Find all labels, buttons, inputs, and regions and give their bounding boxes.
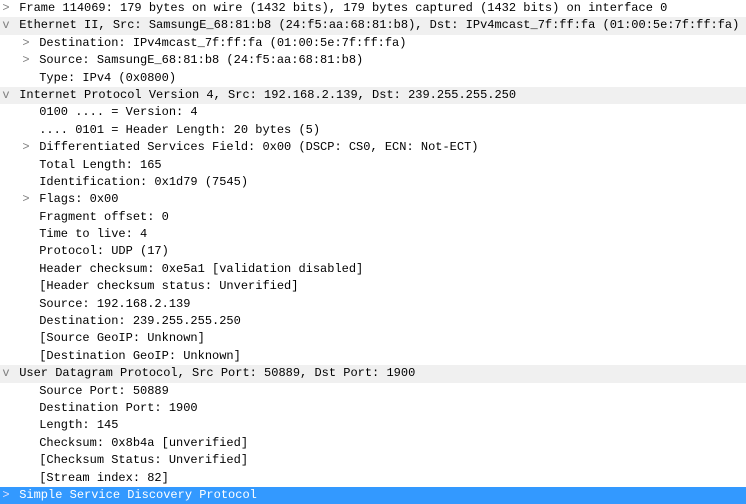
tree-row[interactable]: [Header checksum status: Unverified]	[0, 278, 746, 295]
tree-row[interactable]: Protocol: UDP (17)	[0, 243, 746, 260]
tree-row[interactable]: Type: IPv4 (0x0800)	[0, 70, 746, 87]
gap	[32, 174, 39, 191]
tree-row[interactable]: Destination Port: 1900	[0, 400, 746, 417]
tree-row-label[interactable]: Type: IPv4 (0x0800)	[39, 70, 746, 87]
tree-row-label[interactable]: [Stream index: 82]	[39, 470, 746, 487]
tree-row-label[interactable]: Source: SamsungE_68:81:b8 (24:f5:aa:68:8…	[39, 52, 746, 69]
gap	[32, 209, 39, 226]
chevron-right-icon[interactable]: >	[20, 35, 32, 52]
tree-row-label[interactable]: Checksum: 0x8b4a [unverified]	[39, 435, 746, 452]
gap	[32, 157, 39, 174]
gap	[32, 330, 39, 347]
tree-row-label[interactable]: Ethernet II, Src: SamsungE_68:81:b8 (24:…	[19, 17, 746, 34]
gap	[32, 104, 39, 121]
tree-row-label[interactable]: Total Length: 165	[39, 157, 746, 174]
gap	[12, 17, 19, 34]
tree-row-label[interactable]: Length: 145	[39, 417, 746, 434]
tree-row-label[interactable]: Destination: IPv4mcast_7f:ff:fa (01:00:5…	[39, 35, 746, 52]
tree-row-label[interactable]: [Header checksum status: Unverified]	[39, 278, 746, 295]
tree-row-label[interactable]: Protocol: UDP (17)	[39, 243, 746, 260]
tree-row-label[interactable]: Flags: 0x00	[39, 191, 746, 208]
tree-row[interactable]: > Simple Service Discovery Protocol	[0, 487, 746, 504]
tree-row[interactable]: > Destination: IPv4mcast_7f:ff:fa (01:00…	[0, 35, 746, 52]
chevron-right-icon[interactable]: >	[0, 487, 12, 504]
chevron-down-icon[interactable]: v	[0, 365, 12, 382]
gap	[32, 52, 39, 69]
tree-row[interactable]: Header checksum: 0xe5a1 [validation disa…	[0, 261, 746, 278]
tree-row[interactable]: > Differentiated Services Field: 0x00 (D…	[0, 139, 746, 156]
tree-row[interactable]: > Source: SamsungE_68:81:b8 (24:f5:aa:68…	[0, 52, 746, 69]
tree-row[interactable]: Source Port: 50889	[0, 383, 746, 400]
tree-row[interactable]: [Destination GeoIP: Unknown]	[0, 348, 746, 365]
gap	[32, 400, 39, 417]
tree-row-label[interactable]: 0100 .... = Version: 4	[39, 104, 746, 121]
tree-row-label[interactable]: [Source GeoIP: Unknown]	[39, 330, 746, 347]
gap	[12, 0, 19, 17]
tree-row[interactable]: > Flags: 0x00	[0, 191, 746, 208]
gap	[32, 226, 39, 243]
tree-row[interactable]: Fragment offset: 0	[0, 209, 746, 226]
gap	[32, 35, 39, 52]
chevron-right-icon[interactable]: >	[20, 191, 32, 208]
tree-row[interactable]: v Internet Protocol Version 4, Src: 192.…	[0, 87, 746, 104]
gap	[32, 139, 39, 156]
packet-details-tree[interactable]: > Frame 114069: 179 bytes on wire (1432 …	[0, 0, 746, 504]
gap	[32, 278, 39, 295]
tree-row-label[interactable]: Header checksum: 0xe5a1 [validation disa…	[39, 261, 746, 278]
tree-row[interactable]: v User Datagram Protocol, Src Port: 5088…	[0, 365, 746, 382]
gap	[32, 348, 39, 365]
gap	[32, 470, 39, 487]
tree-row[interactable]: Total Length: 165	[0, 157, 746, 174]
chevron-right-icon[interactable]: >	[20, 52, 32, 69]
tree-row-label[interactable]: .... 0101 = Header Length: 20 bytes (5)	[39, 122, 746, 139]
gap	[32, 452, 39, 469]
chevron-down-icon[interactable]: v	[0, 17, 12, 34]
tree-row[interactable]: Identification: 0x1d79 (7545)	[0, 174, 746, 191]
tree-row[interactable]: Destination: 239.255.255.250	[0, 313, 746, 330]
tree-row[interactable]: Length: 145	[0, 417, 746, 434]
tree-row[interactable]: Checksum: 0x8b4a [unverified]	[0, 435, 746, 452]
tree-row-label[interactable]: Destination: 239.255.255.250	[39, 313, 746, 330]
gap	[32, 122, 39, 139]
chevron-right-icon[interactable]: >	[20, 139, 32, 156]
tree-row-label[interactable]: Frame 114069: 179 bytes on wire (1432 bi…	[19, 0, 746, 17]
gap	[32, 435, 39, 452]
tree-row[interactable]: > Frame 114069: 179 bytes on wire (1432 …	[0, 0, 746, 17]
tree-row-label[interactable]: [Destination GeoIP: Unknown]	[39, 348, 746, 365]
tree-row[interactable]: 0100 .... = Version: 4	[0, 104, 746, 121]
tree-row[interactable]: [Source GeoIP: Unknown]	[0, 330, 746, 347]
tree-row-label[interactable]: User Datagram Protocol, Src Port: 50889,…	[19, 365, 746, 382]
tree-row-label[interactable]: [Checksum Status: Unverified]	[39, 452, 746, 469]
tree-row[interactable]: [Stream index: 82]	[0, 470, 746, 487]
gap	[12, 365, 19, 382]
gap	[12, 87, 19, 104]
tree-row[interactable]: [Checksum Status: Unverified]	[0, 452, 746, 469]
gap	[32, 417, 39, 434]
tree-row-label[interactable]: Time to live: 4	[39, 226, 746, 243]
tree-row[interactable]: Time to live: 4	[0, 226, 746, 243]
gap	[32, 70, 39, 87]
tree-row-label[interactable]: Identification: 0x1d79 (7545)	[39, 174, 746, 191]
tree-row[interactable]: Source: 192.168.2.139	[0, 296, 746, 313]
tree-row-label[interactable]: Differentiated Services Field: 0x00 (DSC…	[39, 139, 746, 156]
tree-row[interactable]: v Ethernet II, Src: SamsungE_68:81:b8 (2…	[0, 17, 746, 34]
gap	[32, 191, 39, 208]
gap	[32, 313, 39, 330]
chevron-down-icon[interactable]: v	[0, 87, 12, 104]
gap	[32, 243, 39, 260]
gap	[32, 383, 39, 400]
gap	[32, 261, 39, 278]
chevron-right-icon[interactable]: >	[0, 0, 12, 17]
gap	[32, 296, 39, 313]
tree-row-label[interactable]: Internet Protocol Version 4, Src: 192.16…	[19, 87, 746, 104]
tree-row-label[interactable]: Source Port: 50889	[39, 383, 746, 400]
gap	[12, 487, 19, 504]
tree-row[interactable]: .... 0101 = Header Length: 20 bytes (5)	[0, 122, 746, 139]
tree-row-label[interactable]: Source: 192.168.2.139	[39, 296, 746, 313]
tree-row-label[interactable]: Simple Service Discovery Protocol	[19, 487, 746, 504]
tree-row-label[interactable]: Destination Port: 1900	[39, 400, 746, 417]
tree-row-label[interactable]: Fragment offset: 0	[39, 209, 746, 226]
